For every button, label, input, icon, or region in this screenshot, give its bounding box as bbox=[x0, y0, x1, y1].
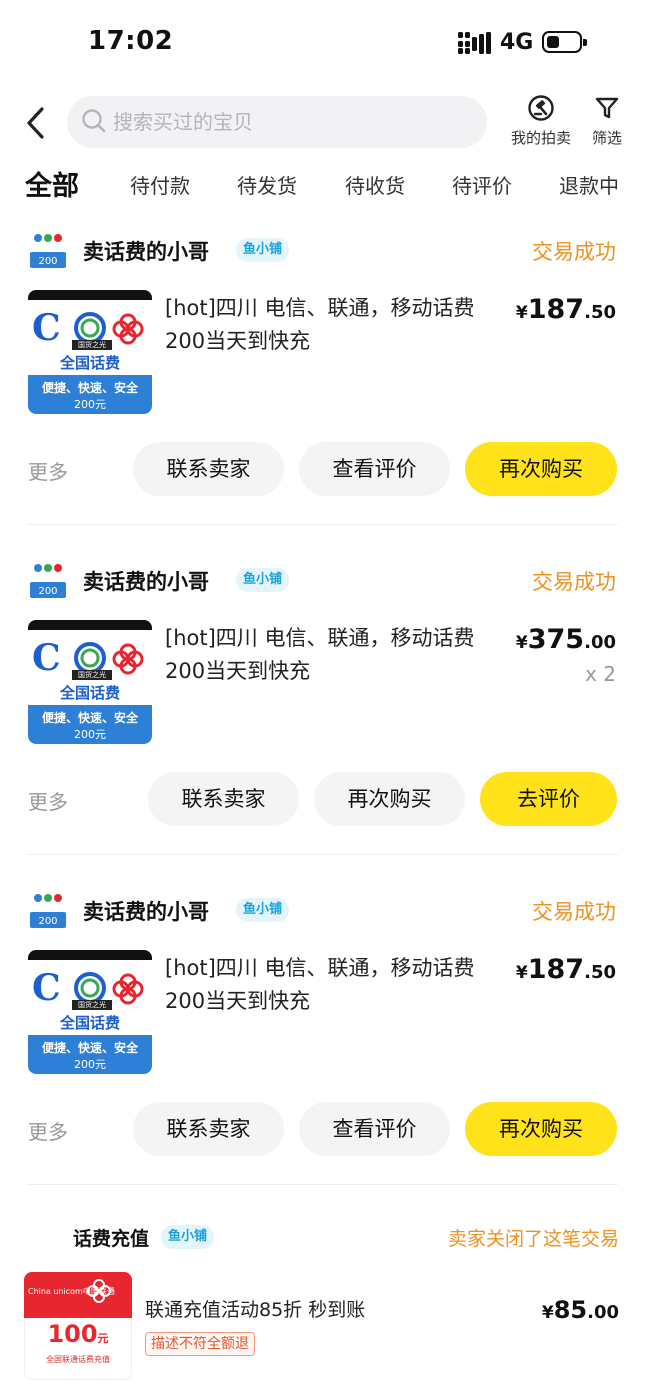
shop-badge: 鱼小铺 bbox=[236, 568, 290, 592]
svg-text:C: C bbox=[32, 307, 61, 349]
buy-again-button[interactable]: 再次购买 bbox=[465, 442, 617, 496]
status-bar: 17:02 4G bbox=[0, 0, 645, 88]
tab-refunding[interactable]: 退款中 bbox=[559, 170, 619, 199]
tab-pending-shipment[interactable]: 待发货 bbox=[237, 170, 297, 199]
refund-guarantee-tag: 描述不符全额退 bbox=[145, 1332, 255, 1356]
view-review-button[interactable]: 查看评价 bbox=[299, 1102, 450, 1156]
header: 我的拍卖 筛选 bbox=[0, 88, 645, 158]
shop-badge: 鱼小铺 bbox=[236, 898, 290, 922]
filter-label: 筛选 bbox=[591, 129, 622, 147]
thumb-sub-text: 全国联通话费充值 bbox=[46, 1355, 110, 1364]
carrier-logo-icon: 200 bbox=[30, 894, 66, 928]
contact-seller-button[interactable]: 联系卖家 bbox=[133, 1102, 284, 1156]
thumb-features-text: 便捷、快速、安全 bbox=[41, 1041, 138, 1055]
back-arrow-icon[interactable] bbox=[22, 104, 52, 142]
product-price: ¥187.50 bbox=[515, 954, 616, 985]
product-thumbnail[interactable]: China unicom中国联通 100元 全国联通话费充值 bbox=[24, 1272, 132, 1380]
product-price: ¥85.00 bbox=[541, 1296, 619, 1324]
filter-icon bbox=[595, 97, 619, 119]
contact-seller-button[interactable]: 联系卖家 bbox=[133, 442, 284, 496]
view-review-button[interactable]: 查看评价 bbox=[299, 442, 450, 496]
thumb-banner: 国货之光 bbox=[72, 1000, 112, 1010]
carrier-logo-icon: 200 bbox=[30, 234, 66, 268]
shop-badge: 鱼小铺 bbox=[236, 238, 290, 262]
tab-pending-receipt[interactable]: 待收货 bbox=[345, 170, 405, 199]
thumb-brand-text: China unicom中国联通 bbox=[28, 1287, 115, 1296]
order-card: 话费充值 鱼小铺 卖家关闭了这笔交易 China unicom中国联通 100元… bbox=[0, 1216, 645, 1398]
divider bbox=[28, 854, 618, 855]
my-auction-button[interactable]: 我的拍卖 bbox=[505, 94, 577, 148]
write-review-button[interactable]: 去评价 bbox=[480, 772, 617, 826]
more-link[interactable]: 更多 bbox=[28, 456, 68, 485]
telecom-logos-icon: C bbox=[32, 967, 144, 1009]
telecom-logos-icon: C bbox=[32, 637, 144, 679]
product-price: ¥375.00 bbox=[515, 624, 616, 655]
svg-text:200: 200 bbox=[38, 256, 57, 267]
product-title[interactable]: [hot]四川 电信、联通，移动话费200当天到快充 bbox=[165, 622, 505, 688]
order-status: 交易成功 bbox=[532, 900, 616, 924]
product-title[interactable]: [hot]四川 电信、联通，移动话费200当天到快充 bbox=[165, 952, 505, 1018]
thumb-national-text: 全国话费 bbox=[59, 354, 120, 372]
contact-seller-button[interactable]: 联系卖家 bbox=[148, 772, 299, 826]
shop-logo[interactable]: 200 bbox=[28, 228, 68, 274]
shop-name[interactable]: 卖话费的小哥 bbox=[83, 236, 209, 266]
product-price: ¥187.50 bbox=[515, 294, 616, 325]
product-quantity: x 2 bbox=[585, 662, 616, 686]
thumb-banner: 国货之光 bbox=[72, 340, 112, 350]
product-thumbnail[interactable]: C 国货之光 全国话费 便捷、快速、安全 200元 bbox=[28, 950, 152, 1074]
order-list-page: 17:02 4G 搜索买过的宝贝 我的拍卖 筛选 全部 待付款 待发货 待收货 … bbox=[0, 0, 645, 1398]
thumb-amount: 100元 bbox=[47, 1320, 109, 1348]
order-card: 200 卖话费的小哥 鱼小铺 交易成功 C 国货之光 全国话费 便捷、快速、安全… bbox=[0, 886, 645, 1186]
more-link[interactable]: 更多 bbox=[28, 1116, 68, 1145]
status-time: 17:02 bbox=[88, 26, 174, 56]
tab-pending-payment[interactable]: 待付款 bbox=[130, 170, 190, 199]
product-title[interactable]: 联通充值活动85折 秒到账 bbox=[145, 1294, 445, 1327]
svg-text:C: C bbox=[32, 637, 61, 679]
tab-pending-review[interactable]: 待评价 bbox=[452, 170, 512, 199]
carrier-logo-icon: 200 bbox=[30, 564, 66, 598]
product-thumbnail[interactable]: C 国货之光 全国话费 便捷、快速、安全 200元 bbox=[28, 620, 152, 744]
product-title[interactable]: [hot]四川 电信、联通，移动话费200当天到快充 bbox=[165, 292, 505, 358]
thumb-features-text: 便捷、快速、安全 bbox=[41, 381, 138, 395]
network-type: 4G bbox=[500, 30, 534, 55]
svg-text:200: 200 bbox=[38, 916, 57, 927]
telecom-logos-icon: C bbox=[32, 307, 144, 349]
order-status: 交易成功 bbox=[532, 240, 616, 264]
buy-again-button[interactable]: 再次购买 bbox=[314, 772, 465, 826]
filter-button[interactable]: 筛选 bbox=[585, 94, 629, 148]
order-status-tabs: 全部 待付款 待发货 待收货 待评价 退款中 bbox=[0, 162, 645, 212]
thumb-national-text: 全国话费 bbox=[59, 684, 120, 702]
tab-all[interactable]: 全部 bbox=[25, 164, 79, 203]
my-auction-label: 我的拍卖 bbox=[510, 129, 571, 147]
order-card: 200 卖话费的小哥 鱼小铺 交易成功 C 国货之光 全国话费 便捷、快速、安全… bbox=[0, 226, 645, 526]
order-card: 200 卖话费的小哥 鱼小铺 交易成功 C 国货之光 全国话费 便捷、快速、安全… bbox=[0, 556, 645, 856]
buy-again-button[interactable]: 再次购买 bbox=[465, 1102, 617, 1156]
thumb-banner: 国货之光 bbox=[72, 670, 112, 680]
search-bar[interactable] bbox=[67, 96, 487, 148]
shop-name[interactable]: 卖话费的小哥 bbox=[83, 566, 209, 596]
svg-text:200: 200 bbox=[38, 586, 57, 597]
product-thumbnail[interactable]: C 国货之光 全国话费 便捷、快速、安全 200元 bbox=[28, 290, 152, 414]
divider bbox=[28, 1184, 618, 1185]
shop-logo[interactable]: 200 bbox=[28, 888, 68, 934]
thumb-features-text: 便捷、快速、安全 bbox=[41, 711, 138, 725]
thumb-amount-text: 200元 bbox=[74, 1058, 106, 1071]
divider bbox=[28, 524, 618, 525]
shop-name[interactable]: 话费充值 bbox=[73, 1224, 149, 1251]
battery-icon bbox=[542, 31, 587, 53]
shop-name[interactable]: 卖话费的小哥 bbox=[83, 896, 209, 926]
cellular-signal-icon bbox=[458, 32, 491, 54]
more-link[interactable]: 更多 bbox=[28, 786, 68, 815]
thumb-national-text: 全国话费 bbox=[59, 1014, 120, 1032]
order-status: 卖家关闭了这笔交易 bbox=[447, 1228, 619, 1250]
thumb-amount-text: 200元 bbox=[74, 398, 106, 411]
shop-badge: 鱼小铺 bbox=[161, 1225, 215, 1249]
search-icon bbox=[82, 109, 106, 133]
svg-text:C: C bbox=[32, 967, 61, 1009]
order-status: 交易成功 bbox=[532, 570, 616, 594]
shop-logo[interactable]: 200 bbox=[28, 558, 68, 604]
gavel-icon bbox=[528, 95, 554, 121]
thumb-amount-text: 200元 bbox=[74, 728, 106, 741]
search-input[interactable] bbox=[113, 96, 473, 148]
